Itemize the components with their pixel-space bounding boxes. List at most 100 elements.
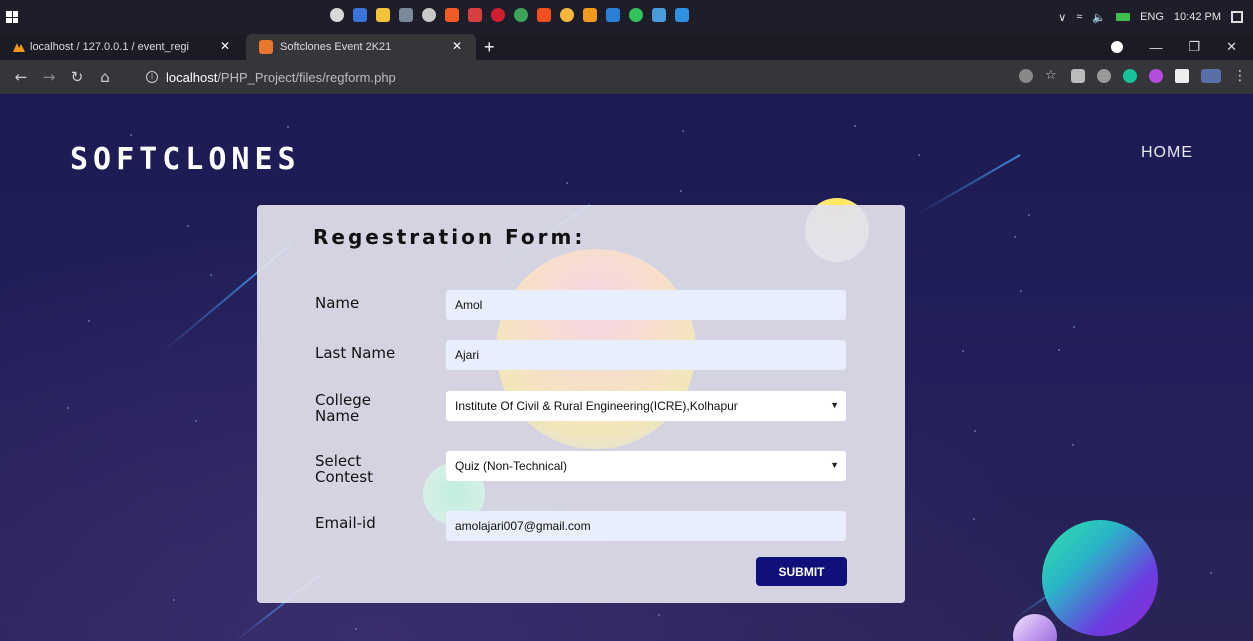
android-studio-icon[interactable] bbox=[514, 8, 528, 22]
brave-icon[interactable] bbox=[445, 8, 459, 22]
college-name-label: College Name bbox=[315, 392, 371, 424]
close-tab-icon[interactable]: ✕ bbox=[220, 39, 230, 53]
star bbox=[854, 125, 856, 127]
network-icon[interactable]: ≈ bbox=[1076, 11, 1082, 23]
eye-off-icon[interactable] bbox=[1019, 69, 1033, 83]
back-arrow-icon[interactable]: ← bbox=[14, 68, 28, 86]
star bbox=[287, 126, 289, 128]
contest-label: Select Contest bbox=[315, 453, 373, 485]
pinterest-icon[interactable] bbox=[491, 8, 505, 22]
star bbox=[658, 614, 660, 616]
language-indicator[interactable]: ENG bbox=[1140, 11, 1164, 23]
star bbox=[187, 225, 189, 227]
name-input-value: Amol bbox=[455, 298, 483, 312]
star bbox=[1020, 290, 1022, 292]
close-tab-icon[interactable]: ✕ bbox=[452, 39, 462, 53]
restore-icon[interactable]: ❐ bbox=[1188, 39, 1200, 55]
url-path: /PHP_Project/files/regform.php bbox=[217, 69, 396, 85]
star bbox=[88, 320, 90, 322]
email-label: Email-id bbox=[315, 514, 376, 532]
last-name-input[interactable]: Ajari bbox=[446, 340, 846, 370]
gmail-icon[interactable] bbox=[468, 8, 482, 22]
college-label-line2: Name bbox=[315, 407, 360, 425]
window-controls: — ❐ ✕ bbox=[1111, 34, 1253, 60]
avatar[interactable] bbox=[1201, 69, 1221, 83]
vscode-icon[interactable] bbox=[675, 8, 689, 22]
close-window-icon[interactable]: ✕ bbox=[1226, 39, 1237, 55]
star bbox=[962, 350, 964, 352]
windows-taskbar: ∨ ≈ 🔈 ENG 10:42 PM bbox=[0, 0, 1253, 34]
form-title: Regestration Form: bbox=[313, 225, 586, 249]
xampp-icon bbox=[259, 40, 273, 54]
chrome-icon[interactable] bbox=[560, 8, 574, 22]
college-select[interactable]: Institute Of Civil & Rural Engineering(I… bbox=[446, 391, 846, 421]
camera-icon[interactable] bbox=[1071, 69, 1085, 83]
bookmark-star-icon[interactable]: ☆ bbox=[1045, 69, 1059, 83]
system-tray: ∨ ≈ 🔈 ENG 10:42 PM bbox=[1058, 0, 1243, 34]
extension-color-icon[interactable] bbox=[1149, 69, 1163, 83]
illustrator-icon[interactable] bbox=[583, 8, 597, 22]
browser-tab-strip: localhost / 127.0.0.1 / event_regi ✕ Sof… bbox=[0, 34, 1253, 60]
notepad-icon[interactable] bbox=[652, 8, 666, 22]
pocket-icon[interactable] bbox=[1097, 69, 1111, 83]
phpmyadmin-icon bbox=[12, 41, 26, 53]
star bbox=[974, 430, 976, 432]
new-tab-button[interactable]: + bbox=[484, 37, 495, 58]
star bbox=[195, 420, 197, 422]
shooting-star bbox=[915, 154, 1021, 216]
star bbox=[130, 134, 132, 136]
star bbox=[1210, 572, 1212, 574]
figma-icon[interactable] bbox=[537, 8, 551, 22]
name-input[interactable]: Amol bbox=[446, 290, 846, 320]
star bbox=[210, 274, 212, 276]
contest-select[interactable]: Quiz (Non-Technical) ▼ bbox=[446, 451, 846, 481]
page-viewport: SOFTCLONES HOME Regestration Form: Name … bbox=[0, 94, 1253, 641]
star bbox=[918, 154, 920, 156]
star bbox=[173, 599, 175, 601]
site-logo[interactable]: SOFTCLONES bbox=[70, 142, 301, 177]
browser-toolbar: ← → ↻ ⌂ i localhost/PHP_Project/files/re… bbox=[0, 60, 1253, 94]
calendar-icon[interactable] bbox=[353, 8, 367, 22]
profile-icon[interactable] bbox=[1111, 41, 1124, 53]
grammarly-icon[interactable] bbox=[1123, 69, 1137, 83]
email-input[interactable]: amolajari007@gmail.com bbox=[446, 511, 846, 541]
star bbox=[1028, 214, 1030, 216]
star bbox=[682, 130, 684, 132]
college-label-line1: College bbox=[315, 391, 371, 409]
minimize-icon[interactable]: — bbox=[1149, 40, 1162, 55]
whatsapp-icon[interactable] bbox=[629, 8, 643, 22]
star bbox=[1058, 349, 1060, 351]
chevron-up-icon[interactable]: ∨ bbox=[1058, 11, 1066, 24]
registration-form-card: Regestration Form: Name Amol Last Name A… bbox=[257, 205, 905, 603]
reload-icon[interactable]: ↻ bbox=[70, 68, 84, 86]
notification-icon[interactable] bbox=[1231, 11, 1243, 23]
settings-icon[interactable] bbox=[330, 8, 344, 22]
volume-icon[interactable]: 🔈 bbox=[1092, 11, 1106, 24]
nav-home-link[interactable]: HOME bbox=[1141, 144, 1193, 162]
tab-phpmyadmin[interactable]: localhost / 127.0.0.1 / event_regi ✕ bbox=[0, 34, 244, 60]
forward-arrow-icon[interactable]: → bbox=[42, 68, 56, 86]
purple-moon bbox=[1013, 614, 1057, 641]
last-name-input-value: Ajari bbox=[455, 348, 480, 362]
tab-label: localhost / 127.0.0.1 / event_regi bbox=[30, 41, 189, 53]
last-name-label: Last Name bbox=[315, 344, 396, 362]
submit-button[interactable]: SUBMIT bbox=[756, 557, 847, 586]
photoshop-icon[interactable] bbox=[606, 8, 620, 22]
menu-dots-icon[interactable]: ⋮ bbox=[1233, 69, 1247, 83]
name-label: Name bbox=[315, 294, 360, 312]
folder-icon[interactable] bbox=[376, 8, 390, 22]
puzzle-icon[interactable] bbox=[1175, 69, 1189, 83]
chevron-down-icon: ▼ bbox=[830, 400, 839, 410]
site-info-icon[interactable]: i bbox=[146, 71, 158, 83]
gradient-planet bbox=[1042, 520, 1158, 636]
star bbox=[1014, 236, 1016, 238]
windows-start-icon[interactable] bbox=[6, 11, 18, 23]
email-input-value: amolajari007@gmail.com bbox=[455, 519, 591, 533]
home-icon[interactable]: ⌂ bbox=[98, 68, 112, 86]
calculator-icon[interactable] bbox=[399, 8, 413, 22]
battery-icon[interactable] bbox=[1116, 13, 1131, 21]
clock[interactable]: 10:42 PM bbox=[1174, 11, 1221, 23]
tab-softclones[interactable]: Softclones Event 2K21 ✕ bbox=[246, 34, 476, 60]
media-player-icon[interactable] bbox=[422, 8, 436, 22]
contest-label-line1: Select bbox=[315, 452, 362, 470]
